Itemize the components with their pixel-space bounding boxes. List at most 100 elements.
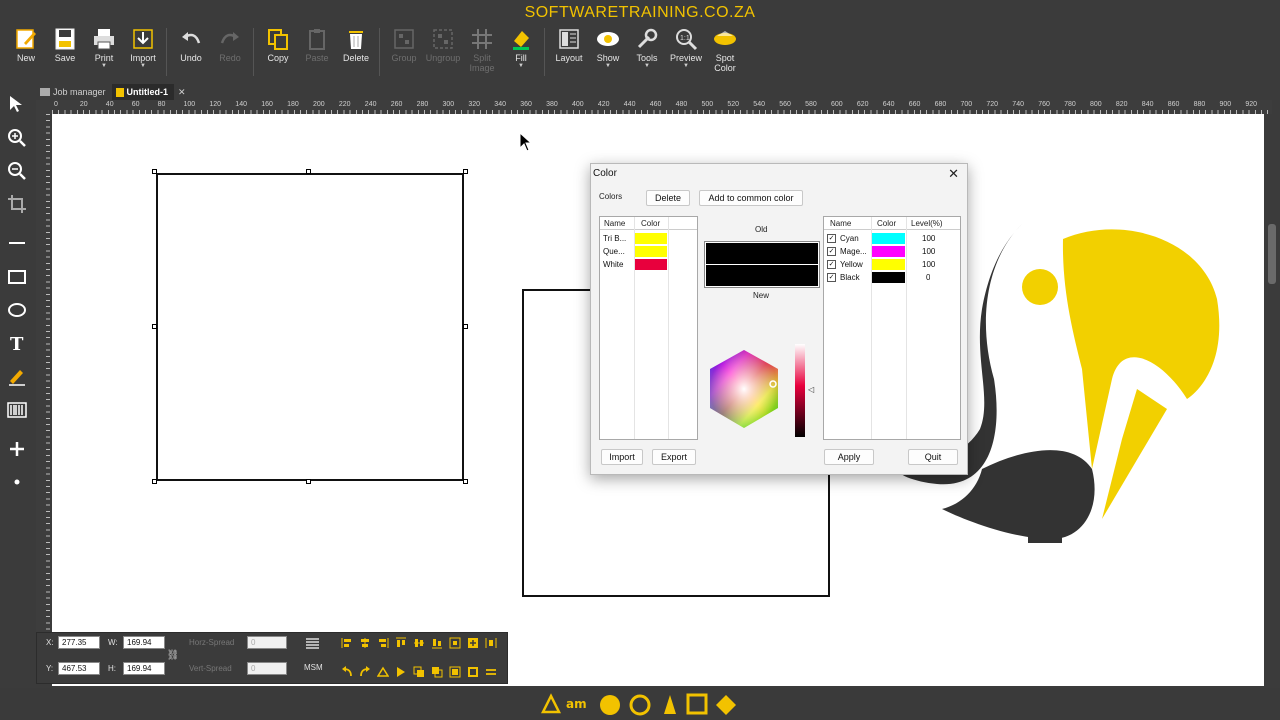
resize-handle[interactable] [306,479,311,484]
color-preview-box [704,241,820,288]
align-bottom-icon[interactable] [430,636,444,650]
color-dialog: Color ✕ Colors Delete Add to common colo… [590,163,968,475]
dot-tool-icon[interactable] [5,470,29,494]
center-page-icon[interactable] [448,636,462,650]
horz-spread-field[interactable]: 0 [247,636,287,649]
equal-size-icon[interactable] [484,665,498,679]
space-evenly-icon[interactable] [484,636,498,650]
align-right-icon[interactable] [376,636,390,650]
selected-rectangle[interactable] [156,173,464,481]
resize-handle[interactable] [152,324,157,329]
bring-front-icon[interactable] [412,665,426,679]
align-center-icon[interactable] [358,636,372,650]
rectangle-tool-icon[interactable] [5,265,29,289]
barcode-tool-icon[interactable] [5,398,29,422]
show-button[interactable]: Show ▼ [588,24,628,69]
import-button[interactable]: Import ▼ [123,24,163,69]
scrollbar-thumb[interactable] [1268,224,1276,284]
plus-icon[interactable] [5,437,29,461]
delete-color-button[interactable]: Delete [646,190,690,206]
undo-button[interactable]: Undo [171,24,211,63]
x-position-field[interactable]: 277.35 [58,636,100,649]
delete-button[interactable]: Delete [336,24,376,63]
text-tool-icon[interactable]: T [5,331,29,355]
fill-button[interactable]: Fill ▼ [501,24,541,69]
save-button[interactable]: Save [45,24,85,63]
copy-icon [265,26,291,52]
tab-untitled-1[interactable]: Untitled-1 [111,84,175,100]
flip-horizontal-icon[interactable] [394,665,408,679]
import-colors-button[interactable]: Import [601,449,643,465]
row-checkbox[interactable]: ✓ [827,273,836,282]
ellipse-tool-icon[interactable] [5,298,29,322]
height-field[interactable]: 169.94 [123,662,165,675]
align-top-icon[interactable] [394,636,408,650]
left-tool-panel: T [0,88,34,688]
align-middle-icon[interactable] [412,636,426,650]
redo-button[interactable]: Redo [210,24,250,63]
crop-icon[interactable] [5,192,29,216]
hexagon-color-picker[interactable] [704,348,784,430]
dialog-close-button[interactable]: ✕ [948,166,959,182]
rotate-left-icon[interactable] [340,665,354,679]
apply-button[interactable]: Apply [824,449,874,465]
document-tabs: Job manager Untitled-1 ✕ [36,84,1276,100]
ruler-tick-label: 440 [623,101,636,108]
row-checkbox[interactable]: ✓ [827,247,836,256]
layout-button[interactable]: Layout [549,24,589,63]
backward-one-icon[interactable] [466,665,480,679]
tab-job-manager[interactable]: Job manager [36,84,112,100]
ruler-tick-label: 800 [1090,101,1102,108]
line-tool-icon[interactable] [5,231,29,255]
resize-handle[interactable] [463,169,468,174]
ruler-tick-label: 80 [157,101,166,108]
ruler-tick-label: 660 [908,101,921,108]
y-position-field[interactable]: 467.53 [58,662,100,675]
print-button[interactable]: Print ▼ [84,24,124,69]
distribute-icon[interactable] [466,636,480,650]
export-colors-button[interactable]: Export [652,449,696,465]
align-left-icon[interactable] [340,636,354,650]
width-field[interactable]: 169.94 [123,636,165,649]
select-arrow-icon[interactable] [5,92,29,116]
layout-icon [556,26,582,52]
flip-vertical-icon[interactable] [376,665,390,679]
zoom-in-icon[interactable] [5,126,29,150]
resize-handle[interactable] [463,324,468,329]
resize-handle[interactable] [152,169,157,174]
row-checkbox[interactable]: ✓ [827,260,836,269]
split-image-button[interactable]: Split Image [462,24,502,73]
vertical-scrollbar[interactable] [1266,114,1278,686]
ruler-tick-label: 540 [753,101,765,108]
brightness-slider[interactable] [795,344,805,437]
quit-button[interactable]: Quit [908,449,958,465]
copy-button[interactable]: Copy [258,24,298,63]
row-checkbox[interactable]: ✓ [827,234,836,243]
tab-close-button[interactable]: ✕ [174,84,192,100]
send-back-icon[interactable] [430,665,444,679]
color-list-table[interactable]: Name Color Tri B... Que... White [599,216,698,440]
add-to-common-color-button[interactable]: Add to common color [699,190,803,206]
ruler-tick-label: 500 [701,101,714,108]
resize-handle[interactable] [463,479,468,484]
pen-tool-icon[interactable] [5,364,29,388]
resize-handle[interactable] [306,169,311,174]
ungroup-button[interactable]: Ungroup [423,24,463,63]
vert-spread-field[interactable]: 0 [247,662,287,675]
ink-level-table[interactable]: Name Color Level(%) ✓ Cyan 100 ✓ Mage...… [823,216,961,440]
group-button[interactable]: Group [384,24,424,63]
tools-button[interactable]: Tools ▼ [627,24,667,69]
new-color-label: New [753,291,770,300]
forward-one-icon[interactable] [448,665,462,679]
ruler-tick-label: 380 [546,101,558,108]
paste-button[interactable]: Paste [297,24,337,63]
zoom-out-icon[interactable] [5,159,29,183]
rotate-right-icon[interactable] [358,665,372,679]
slider-pointer-icon[interactable]: ◁ [808,385,814,394]
lock-ratio-icon[interactable]: ⛓ [166,648,180,662]
new-button[interactable]: New [6,24,46,63]
resize-handle[interactable] [152,479,157,484]
preview-button[interactable]: 1:1 Preview ▼ [666,24,706,69]
align-lines-icon[interactable] [305,637,319,651]
spot-color-button[interactable]: Spot Color [705,24,745,73]
